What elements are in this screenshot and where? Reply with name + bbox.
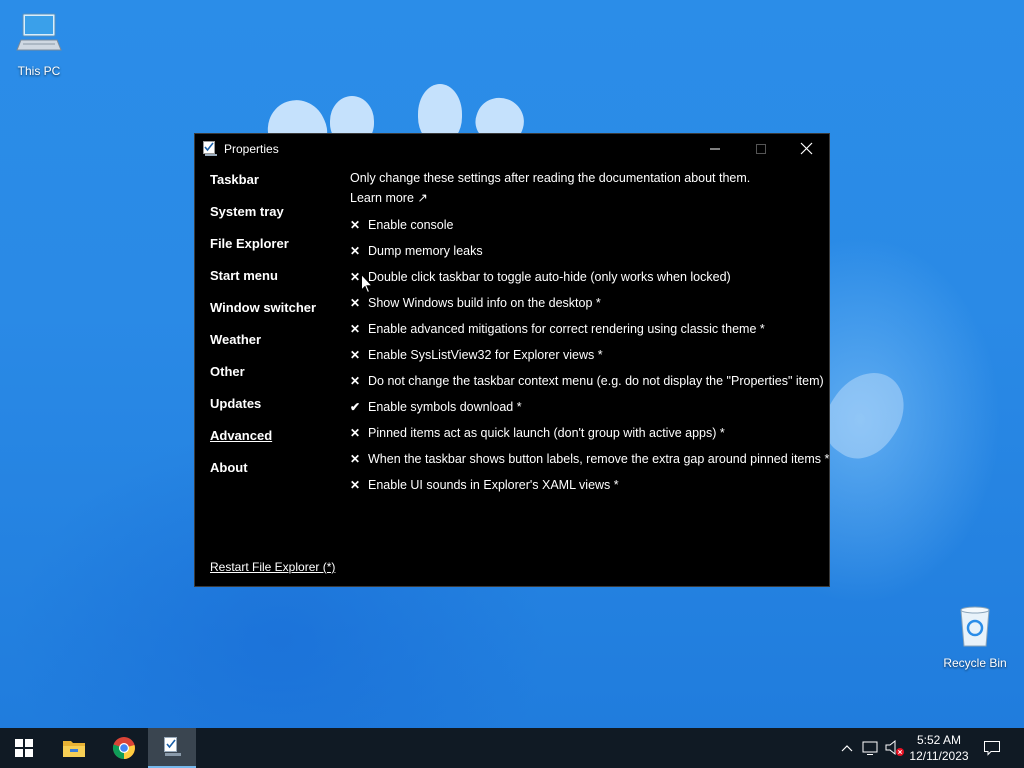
nav-item-window-switcher[interactable]: Window switcher — [210, 300, 316, 332]
option-label: Enable UI sounds in Explorer's XAML view… — [368, 478, 619, 492]
nav-item-system-tray[interactable]: System tray — [210, 204, 316, 236]
nav-item-weather[interactable]: Weather — [210, 332, 316, 364]
option-xaml-ui-sounds[interactable]: ✕ Enable UI sounds in Explorer's XAML vie… — [350, 472, 829, 498]
unchecked-icon: ✕ — [350, 218, 361, 232]
option-remove-extra-gap[interactable]: ✕ When the taskbar shows button labels, r… — [350, 446, 829, 472]
nav-item-other[interactable]: Other — [210, 364, 316, 396]
option-label: Show Windows build info on the desktop * — [368, 296, 601, 310]
recycle-bin-label: Recycle Bin — [943, 656, 1007, 670]
option-syslistview32[interactable]: ✕ Enable SysListView32 for Explorer views… — [350, 342, 829, 368]
option-dump-memory-leaks[interactable]: ✕ Dump memory leaks — [350, 238, 829, 264]
option-label: When the taskbar shows button labels, re… — [368, 452, 830, 466]
this-pc-label: This PC — [17, 64, 61, 78]
title-bar[interactable]: Properties — [195, 134, 829, 164]
close-icon — [800, 142, 813, 155]
option-advanced-mitigations[interactable]: ✕ Enable advanced mitigations for correct… — [350, 316, 829, 342]
recycle-bin-desktop-icon[interactable]: Recycle Bin — [937, 602, 1013, 670]
unchecked-icon: ✕ — [350, 348, 361, 362]
learn-more-link[interactable]: Learn more ↗ — [350, 190, 829, 206]
option-label: Enable SysListView32 for Explorer views … — [368, 348, 603, 362]
unchecked-icon: ✕ — [350, 322, 361, 336]
chevron-up-icon — [841, 745, 853, 752]
checked-icon: ✔ — [350, 400, 361, 414]
clock-time: 5:52 AM — [916, 733, 962, 747]
options-list: ✕ Enable console ✕ Dump memory leaks ✕ Doub… — [350, 212, 829, 498]
tray-network[interactable] — [860, 728, 882, 768]
option-enable-console[interactable]: ✕ Enable console — [350, 212, 829, 238]
option-taskbar-context-menu[interactable]: ✕ Do not change the taskbar context menu … — [350, 368, 829, 394]
minimize-icon — [710, 148, 720, 150]
clock-date: 12/11/2023 — [909, 749, 969, 763]
recycle-bin-icon — [960, 606, 990, 647]
maximize-button[interactable] — [738, 134, 784, 164]
minimize-button[interactable] — [692, 134, 738, 164]
option-pinned-quick-launch[interactable]: ✕ Pinned items act as quick launch (don't… — [350, 420, 829, 446]
nav-item-about[interactable]: About — [210, 460, 316, 492]
unchecked-icon: ✕ — [350, 452, 361, 466]
this-pc-desktop-icon[interactable]: This PC — [1, 10, 77, 78]
maximize-icon — [756, 144, 766, 154]
properties-window: Properties Taskbar System tray File Expl… — [194, 133, 830, 587]
option-label: Dump memory leaks — [368, 244, 483, 258]
option-symbols-download[interactable]: ✔ Enable symbols download * — [350, 394, 829, 420]
option-label: Double click taskbar to toggle auto-hide… — [368, 270, 731, 284]
unchecked-icon: ✕ — [350, 374, 361, 388]
computer-icon — [16, 13, 62, 51]
file-explorer-icon — [63, 741, 85, 757]
close-button[interactable] — [783, 134, 829, 164]
option-label: Do not change the taskbar context menu (… — [368, 374, 824, 388]
network-icon — [862, 741, 878, 755]
action-center-button[interactable] — [978, 728, 1006, 768]
option-show-build-info[interactable]: ✕ Show Windows build info on the desktop … — [350, 290, 829, 316]
taskbar-file-explorer[interactable] — [50, 728, 98, 768]
option-label: Enable console — [368, 218, 454, 232]
option-label: Enable symbols download * — [368, 400, 522, 414]
option-label: Enable advanced mitigations for correct … — [368, 322, 765, 336]
nav-item-updates[interactable]: Updates — [210, 396, 316, 428]
unchecked-icon: ✕ — [350, 296, 361, 310]
taskbar-properties[interactable] — [148, 728, 196, 768]
restart-file-explorer-link[interactable]: Restart File Explorer (*) — [210, 560, 335, 574]
nav-item-taskbar[interactable]: Taskbar — [210, 172, 316, 204]
properties-app-icon — [203, 141, 217, 156]
taskbar-chrome[interactable] — [100, 728, 148, 768]
nav-item-file-explorer[interactable]: File Explorer — [210, 236, 316, 268]
notification-icon — [984, 741, 1000, 756]
nav-item-advanced[interactable]: Advanced — [210, 428, 316, 460]
settings-description: Only change these settings after reading… — [350, 171, 751, 185]
unchecked-icon: ✕ — [350, 244, 361, 258]
start-button[interactable] — [0, 728, 48, 768]
mouse-pointer-icon — [361, 274, 373, 294]
option-double-click-autohide[interactable]: ✕ Double click taskbar to toggle auto-hid… — [350, 264, 829, 290]
nav-item-start-menu[interactable]: Start menu — [210, 268, 316, 300]
advanced-settings-panel: Only change these settings after reading… — [350, 170, 829, 498]
start-icon — [15, 739, 33, 757]
window-title: Properties — [224, 142, 279, 156]
unchecked-icon: ✕ — [350, 426, 361, 440]
option-label: Pinned items act as quick launch (don't … — [368, 426, 725, 440]
chrome-icon — [112, 737, 135, 760]
taskbar: 5:52 AM 12/11/2023 — [0, 728, 1024, 768]
taskbar-clock[interactable]: 5:52 AM 12/11/2023 — [902, 732, 976, 764]
settings-nav: Taskbar System tray File Explorer Start … — [210, 172, 316, 492]
properties-app-icon — [164, 737, 181, 756]
unchecked-icon: ✕ — [350, 478, 361, 492]
tray-chevron[interactable] — [838, 728, 856, 768]
